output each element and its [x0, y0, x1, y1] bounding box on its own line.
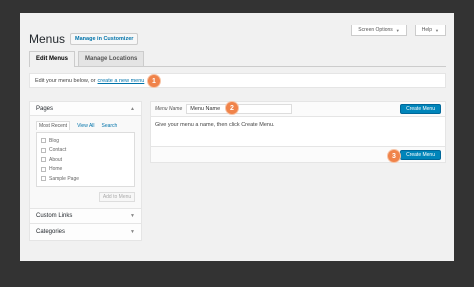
pages-panel-title: Pages — [36, 105, 54, 112]
checkbox[interactable] — [41, 166, 46, 172]
screen-options-button[interactable]: Screen Options ▼ — [351, 25, 407, 36]
create-menu-button-top[interactable]: Create Menu — [400, 104, 441, 114]
checkbox[interactable] — [41, 138, 46, 144]
menu-editor-body: Give your menu a name, then click Create… — [150, 117, 446, 147]
categories-panel-header[interactable]: Categories ▼ — [30, 224, 141, 240]
menu-editor: Menu Name Menu Name Create Menu Give you… — [150, 101, 446, 163]
list-item-label: About — [49, 156, 63, 163]
help-button[interactable]: Help ▼ — [414, 25, 446, 36]
checkbox[interactable] — [41, 176, 46, 182]
categories-title: Categories — [36, 229, 66, 235]
notice-text: Edit your menu below, or — [35, 77, 96, 84]
menu-editor-footer: Create Menu — [150, 147, 446, 163]
list-item[interactable]: Contact — [41, 146, 130, 156]
list-item-label: Contact — [49, 147, 67, 154]
instruction-text: Give your menu a name, then click Create… — [155, 122, 275, 128]
nav-tabs: Edit Menus Manage Locations — [29, 51, 446, 67]
top-right-controls: Screen Options ▼ Help ▼ — [351, 25, 446, 36]
tab-manage-locations[interactable]: Manage Locations — [78, 51, 145, 66]
custom-links-panel-header[interactable]: Custom Links ▼ — [30, 208, 141, 224]
pages-subtabs: Most Recent View All Search — [36, 121, 135, 130]
collapse-arrow-icon: ▲ — [130, 105, 135, 112]
add-to-menu-button[interactable]: Add to Menu — [99, 192, 135, 202]
list-item[interactable]: Blog — [41, 136, 130, 146]
list-item-label: Sample Page — [49, 175, 80, 182]
step-badge-3: 3 — [387, 149, 401, 163]
create-menu-button-bottom[interactable]: Create Menu — [400, 149, 441, 160]
subtab-search[interactable]: Search — [102, 123, 118, 130]
screen-options-label: Screen Options — [358, 27, 393, 33]
tab-edit-menus[interactable]: Edit Menus — [29, 51, 76, 67]
caret-down-icon: ▼ — [395, 27, 400, 33]
manage-in-customizer-button[interactable]: Manage in Customizer — [70, 33, 139, 45]
notice-bar: Edit your menu below, or create a new me… — [29, 73, 446, 88]
pages-checklist: Blog Contact About Home Sample Page — [36, 132, 135, 187]
menu-name-input[interactable]: Menu Name — [186, 104, 293, 114]
subtab-most-recent[interactable]: Most Recent — [36, 121, 71, 130]
list-item[interactable]: Home — [41, 165, 130, 175]
checkbox[interactable] — [41, 147, 46, 153]
pages-panel-header[interactable]: Pages ▲ — [30, 102, 141, 116]
page-title: Menus — [29, 32, 66, 46]
list-item[interactable]: Sample Page — [41, 174, 130, 184]
list-item[interactable]: About — [41, 155, 130, 165]
step-badge-2: 2 — [225, 101, 239, 115]
pages-panel: Pages ▲ Most Recent View All Search Blog… — [29, 101, 142, 241]
menu-name-label: Menu Name — [155, 106, 183, 112]
list-item-label: Blog — [49, 137, 60, 144]
title-row: Menus Manage in Customizer — [29, 32, 139, 46]
create-new-menu-link[interactable]: create a new menu — [98, 78, 145, 84]
pages-panel-body: Most Recent View All Search Blog Contact… — [30, 116, 141, 208]
expand-arrow-icon: ▼ — [130, 229, 135, 235]
checkbox[interactable] — [41, 157, 46, 163]
list-item-label: Home — [49, 166, 63, 173]
expand-arrow-icon: ▼ — [130, 213, 135, 219]
admin-window: Screen Options ▼ Help ▼ Menus Manage in … — [20, 13, 454, 261]
caret-down-icon: ▼ — [435, 27, 439, 33]
subtab-view-all[interactable]: View All — [77, 123, 94, 130]
menu-editor-header: Menu Name Menu Name Create Menu — [150, 101, 446, 117]
step-badge-1: 1 — [147, 74, 161, 88]
custom-links-title: Custom Links — [36, 213, 73, 219]
help-label: Help — [421, 27, 433, 33]
